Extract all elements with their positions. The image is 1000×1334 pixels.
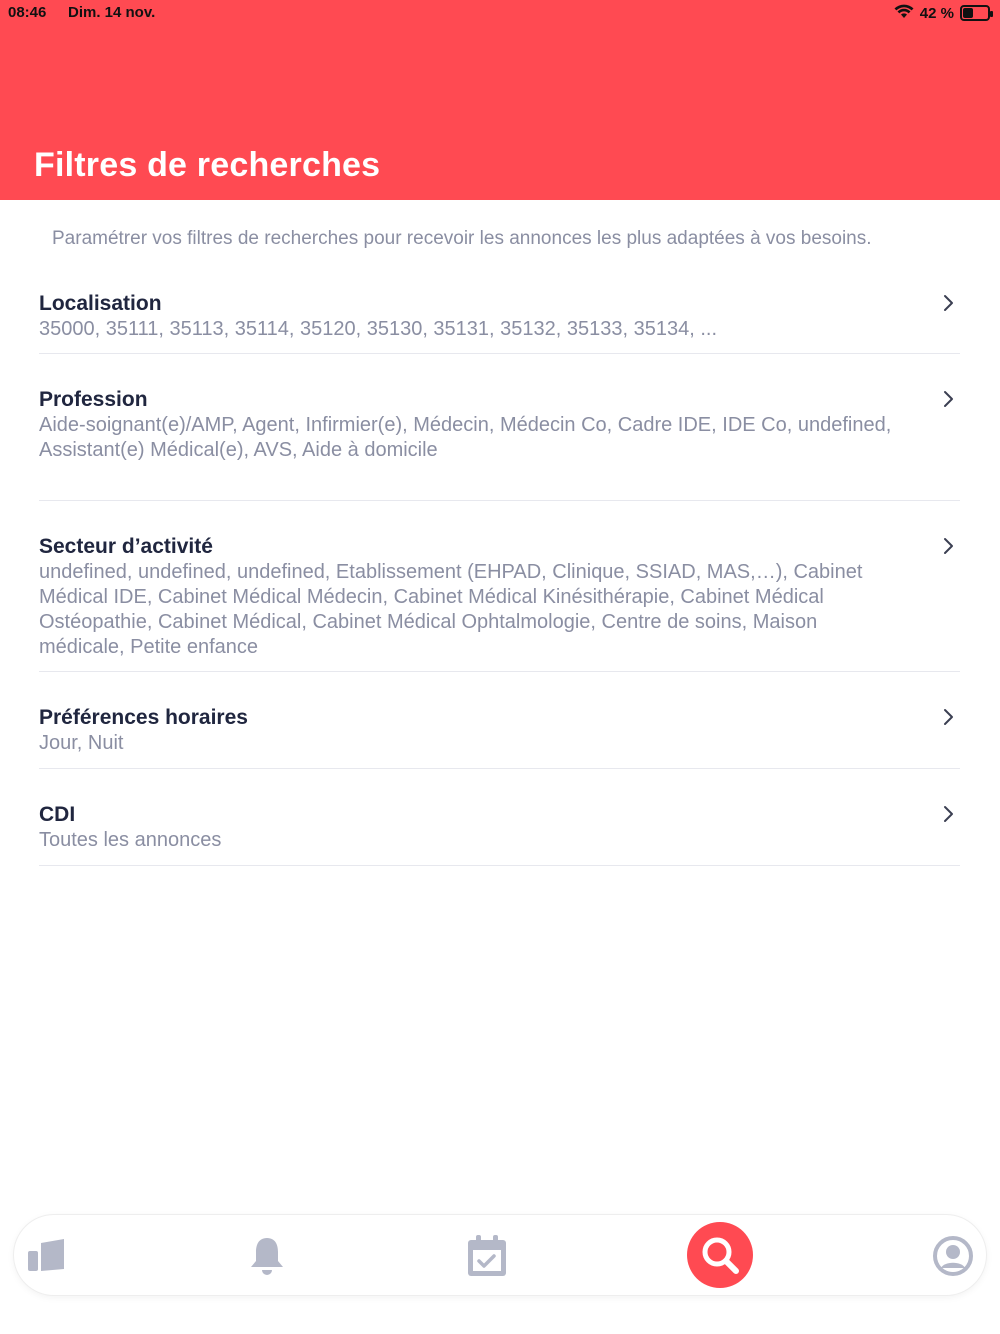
status-indicators: 42 %: [894, 3, 993, 23]
filter-value: Aide-soignant(e)/AMP, Agent, Infirmier(e…: [39, 414, 892, 461]
battery-icon: [960, 5, 993, 21]
battery-level: [963, 8, 973, 18]
bottom-tab-bar: [14, 1215, 986, 1295]
calendar-check-icon: [466, 1234, 508, 1278]
page: 08:46 Dim. 14 nov. 42 % Filtres de reche…: [0, 0, 1000, 1334]
wifi-icon: [894, 3, 914, 23]
filter-row-preferences-horaires[interactable]: Préférences horaires Jour, Nuit: [39, 672, 960, 769]
filter-title: Préférences horaires: [39, 706, 248, 729]
battery-cap: [990, 11, 993, 17]
intro-text: Paramétrer vos filtres de recherches pou…: [52, 228, 872, 249]
page-title: Filtres de recherches: [34, 146, 381, 184]
filter-row-profession[interactable]: Profession Aide-soignant(e)/AMP, Agent, …: [39, 354, 960, 501]
chevron-right-icon: [940, 537, 958, 555]
filter-title: Profession: [39, 388, 148, 411]
filter-title: Localisation: [39, 292, 162, 315]
tab-calendar[interactable]: [454, 1223, 520, 1289]
status-date: Dim. 14 nov.: [68, 4, 156, 21]
filters-list: Localisation 35000, 35111, 35113, 35114,…: [39, 282, 960, 866]
tab-search[interactable]: [687, 1222, 753, 1288]
filter-title: Secteur d’activité: [39, 535, 213, 558]
header: 08:46 Dim. 14 nov. 42 % Filtres de reche…: [0, 0, 1000, 200]
chevron-right-icon: [940, 708, 958, 726]
tab-annonces[interactable]: [14, 1223, 80, 1289]
search-icon: [699, 1234, 741, 1276]
filter-row-cdi[interactable]: CDI Toutes les annonces: [39, 769, 960, 866]
filter-value: Jour, Nuit: [39, 732, 124, 754]
profile-icon: [932, 1235, 974, 1277]
filter-value: Toutes les annonces: [39, 829, 222, 851]
filter-title: CDI: [39, 803, 76, 826]
status-bar: 08:46 Dim. 14 nov. 42 %: [0, 0, 1000, 28]
tab-profile[interactable]: [920, 1223, 986, 1289]
chevron-right-icon: [940, 294, 958, 312]
cards-icon: [27, 1237, 67, 1275]
filter-row-secteur-activite[interactable]: Secteur d’activité undefined, undefined,…: [39, 501, 960, 672]
filter-value: 35000, 35111, 35113, 35114, 35120, 35130…: [39, 318, 718, 340]
chevron-right-icon: [940, 390, 958, 408]
filter-value: undefined, undefined, undefined, Etablis…: [39, 561, 863, 658]
tab-notifications[interactable]: [234, 1223, 300, 1289]
chevron-right-icon: [940, 805, 958, 823]
filter-row-localisation[interactable]: Localisation 35000, 35111, 35113, 35114,…: [39, 282, 960, 354]
status-time: 08:46: [8, 4, 47, 21]
battery-percentage: 42 %: [919, 4, 954, 22]
bell-icon: [246, 1235, 288, 1277]
